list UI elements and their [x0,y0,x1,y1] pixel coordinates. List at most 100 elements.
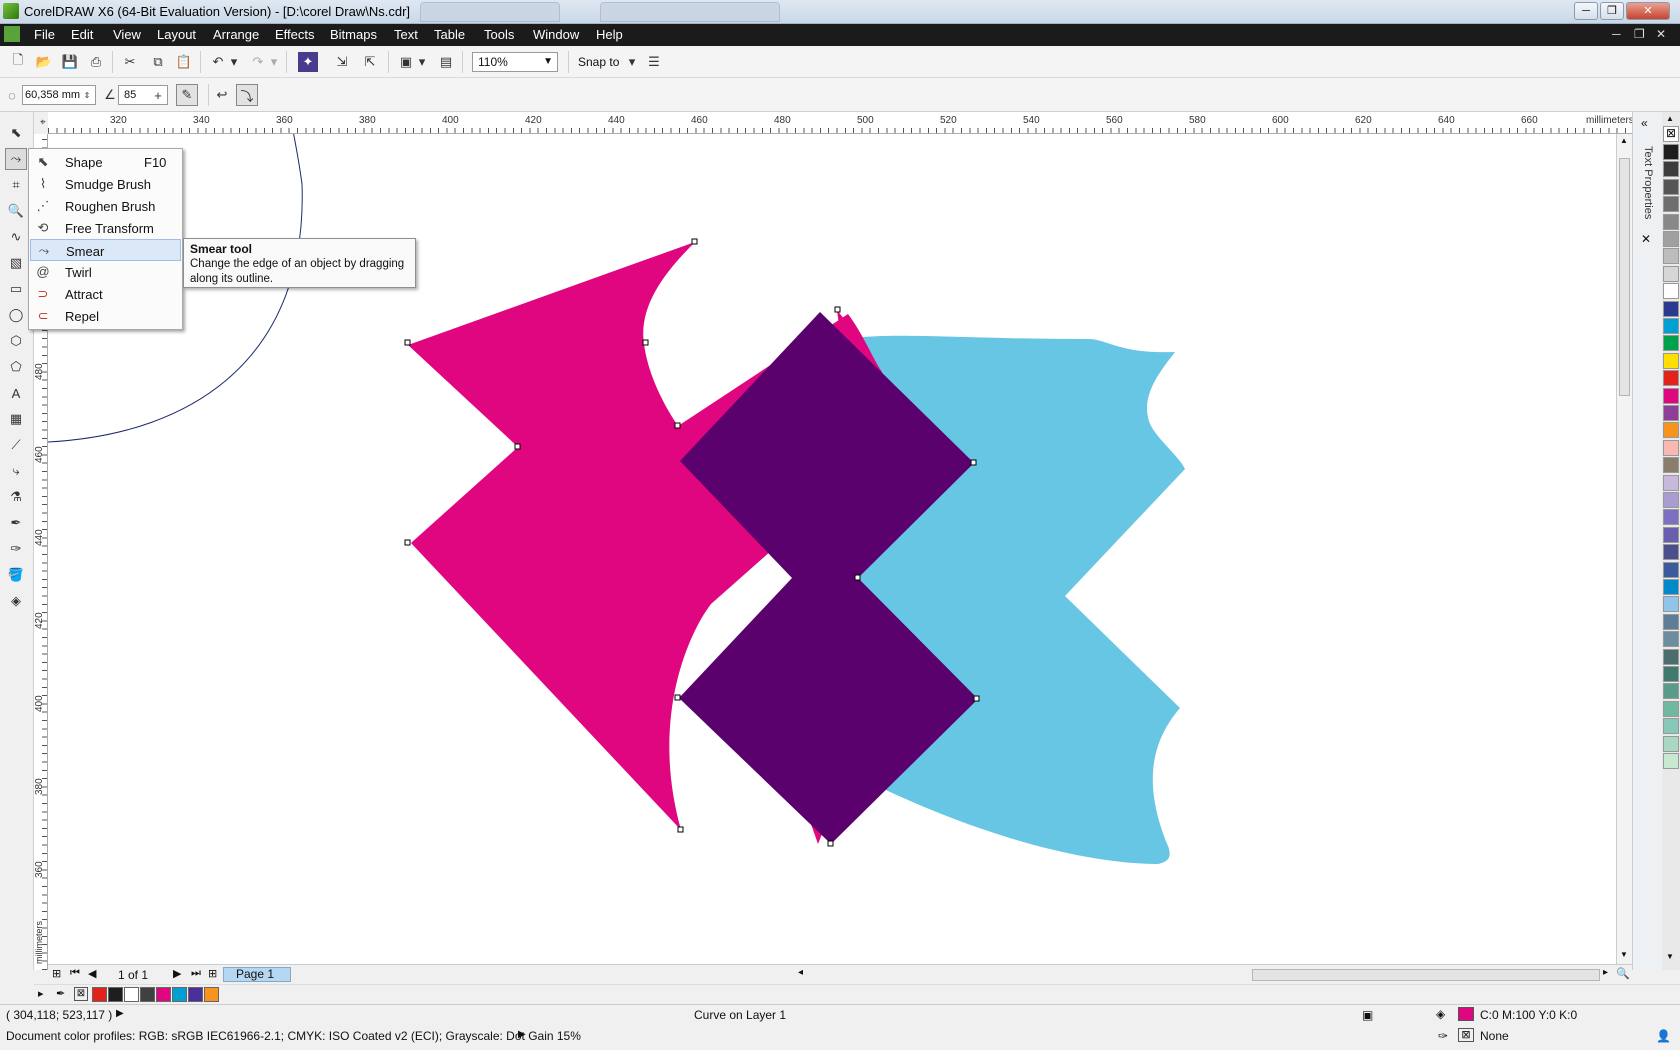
menu-effects[interactable]: Effects [275,27,315,42]
maximize-button[interactable]: ❐ [1600,2,1624,20]
flyout-item-smear[interactable]: ⤳ Smear [30,239,181,261]
document-swatch[interactable] [140,987,155,1002]
page-tab[interactable]: Page 1 [223,967,291,982]
undo-icon[interactable]: ↶ [208,52,228,72]
pick-tool-icon[interactable]: ⬉ [5,122,27,144]
palette-swatch[interactable] [1663,718,1679,735]
outline-none-icon[interactable]: ⊠ [1458,1028,1474,1042]
next-page-icon[interactable]: ▶ [173,967,181,980]
pressure-spinner-icon[interactable]: + [150,85,166,105]
palette-swatch[interactable] [1663,596,1679,613]
document-swatch[interactable] [92,987,107,1002]
paste-icon[interactable]: 📋 [174,52,194,72]
palette-swatch[interactable] [1663,509,1679,526]
document-swatch[interactable] [124,987,139,1002]
copy-icon[interactable]: ⧉ [148,52,168,72]
vertical-scrollbar[interactable]: ▲ ▼ [1616,134,1632,964]
palette-swatch[interactable] [1663,474,1679,491]
scroll-right-icon[interactable]: ▸ [1603,967,1608,978]
undo-dropdown-icon[interactable]: ▾ [228,52,240,72]
flyout-item-twirl[interactable]: @ Twirl [30,261,181,283]
menu-text[interactable]: Text [394,27,418,42]
palette-swatch[interactable] [1663,492,1679,508]
menu-layout[interactable]: Layout [157,27,196,42]
flyout-item-free-transform[interactable]: ⟲ Free Transform [30,217,181,239]
horizontal-scroll-thumb[interactable] [1252,969,1600,981]
add-page-icon[interactable]: ⊞ [52,967,61,980]
menu-bitmaps[interactable]: Bitmaps [330,27,377,42]
palette-swatch[interactable] [1663,631,1679,648]
search-content-icon[interactable]: ✦ [298,52,318,72]
scroll-up-icon[interactable]: ▲ [1620,136,1628,145]
palette-swatch[interactable] [1663,144,1679,160]
open-icon[interactable]: 📂 [34,52,54,72]
close-docker-icon[interactable]: ✕ [1641,232,1651,246]
palette-swatch[interactable] [1663,370,1679,387]
scroll-left-icon[interactable]: ◂ [798,967,803,978]
menu-help[interactable]: Help [596,27,623,42]
palette-swatch[interactable] [1663,300,1679,317]
document-swatch[interactable] [108,987,123,1002]
fill-color-swatch[interactable] [1458,1007,1474,1021]
smart-fill-icon[interactable]: ▧ [5,252,27,274]
outline-pen-icon[interactable]: ✑ [5,538,27,560]
palette-swatch[interactable] [1663,561,1679,578]
palette-menu-icon[interactable]: ▸ [38,987,44,1000]
doc-close-button[interactable]: ✕ [1656,27,1666,41]
menu-view[interactable]: View [113,27,141,42]
print-icon[interactable]: ⎙ [86,52,106,72]
eyedropper-tool-icon[interactable]: ✒ [5,512,27,534]
export-icon[interactable]: ⇱ [360,52,380,72]
table-tool-icon[interactable]: ▦ [5,408,27,430]
document-swatch[interactable] [188,987,203,1002]
vertical-scroll-thumb[interactable] [1619,158,1630,396]
palette-swatch[interactable] [1663,405,1679,421]
import-icon[interactable]: ⇲ [332,52,352,72]
palette-swatch[interactable] [1663,387,1679,404]
ruler-origin-icon[interactable]: ⌖ [40,117,46,128]
welcome-screen-icon[interactable]: ▤ [436,52,456,72]
status-expand-icon[interactable]: ▶ [116,1008,124,1019]
palette-swatch[interactable] [1663,683,1679,700]
size-spinner-icon[interactable]: ⇕ [80,85,94,105]
palette-swatch[interactable] [1663,753,1679,769]
palette-swatch[interactable] [1663,352,1679,369]
last-page-icon[interactable]: ⏭ [191,967,201,980]
palette-swatch[interactable] [1663,161,1679,178]
menu-edit[interactable]: Edit [71,27,93,42]
launcher-dropdown-icon[interactable]: ▾ [416,52,428,72]
palette-swatch[interactable] [1663,178,1679,195]
palette-swatch[interactable] [1663,248,1679,265]
close-button[interactable]: ✕ [1626,2,1670,20]
doc-restore-button[interactable]: ❐ [1634,27,1645,41]
menu-tools[interactable]: Tools [484,27,514,42]
color-profiles-info[interactable]: Document color profiles: RGB: sRGB IEC61… [6,1029,581,1043]
user-icon[interactable]: 👤 [1656,1029,1671,1043]
menu-file[interactable]: File [34,27,55,42]
save-icon[interactable]: 💾 [60,52,80,72]
palette-swatch[interactable] [1663,213,1679,230]
connector-tool-icon[interactable]: ⤷ [5,460,27,482]
palette-swatch[interactable] [1663,196,1679,213]
palette-swatch[interactable] [1663,648,1679,665]
palette-swatch[interactable] [1663,422,1679,439]
palette-swatch[interactable] [1663,457,1679,474]
prev-page-icon[interactable]: ◀ [88,967,96,980]
document-swatch[interactable] [204,987,219,1002]
palette-swatch[interactable] [1663,579,1679,595]
no-color-swatch[interactable]: ⊠ [1663,126,1679,142]
palette-swatch[interactable] [1663,283,1679,300]
palette-swatch[interactable] [1663,439,1679,456]
zoom-tool-icon[interactable]: 🔍 [5,200,27,222]
background-tab[interactable] [420,2,560,22]
palette-swatch[interactable] [1663,735,1679,752]
palette-swatch[interactable] [1663,613,1679,630]
no-color-swatch[interactable]: ⊠ [74,987,88,1001]
smooth-smear-icon[interactable]: ↩ [212,85,232,105]
palette-swatch[interactable] [1663,231,1679,247]
interactive-fill-icon[interactable]: ◈ [5,590,27,612]
flyout-item-attract[interactable]: ⊃ Attract [30,283,181,305]
freehand-tool-icon[interactable]: ∿ [5,226,27,248]
dimension-tool-icon[interactable]: ⟋ [5,434,27,456]
first-page-icon[interactable]: ⏮ [70,967,80,980]
